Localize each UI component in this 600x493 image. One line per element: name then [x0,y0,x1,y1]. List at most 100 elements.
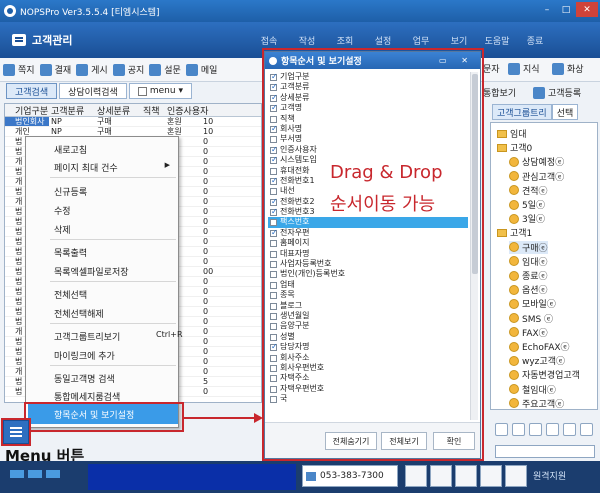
unified-view-button[interactable]: 통합보기 [483,86,516,99]
sms-button[interactable]: 문자 [483,62,500,75]
menu-item-help[interactable]: 도움말 [478,34,516,47]
tree-node[interactable]: EchoFAXⓔ [509,340,570,353]
menu-item-work[interactable]: 업무 [402,34,440,47]
col-header[interactable]: 인증사용자 [165,104,225,116]
tree-node[interactable]: 모바일ⓔ [509,297,556,310]
tree-node-label: 고객1 [510,229,533,240]
menu-item-display[interactable]: 보기 [440,34,478,47]
minimize-icon[interactable]: – [538,2,556,17]
tree-search-input[interactable] [495,445,595,458]
ctx-select-all[interactable]: 전체선택 [54,288,87,301]
taskbar-app-icon[interactable] [10,470,24,478]
remove-icon[interactable] [529,423,542,436]
tab-group-tree[interactable]: 고객그룹트리 [492,104,552,120]
tree-node[interactable]: 상담예정ⓔ [509,155,564,168]
table-cell: 개인 [15,127,30,136]
table-cell: 혼원 [167,127,182,136]
mail-button[interactable]: 메일 [185,63,217,76]
note-icon[interactable] [430,465,452,487]
screen-icon[interactable] [505,465,527,487]
ctx-refresh[interactable]: 새로고침 [54,143,87,156]
board-button[interactable]: 게시 [76,63,108,76]
taskbar-app-icon[interactable] [46,470,60,478]
menu-item-write[interactable]: 작성 [288,34,326,47]
calendar-icon[interactable] [455,465,477,487]
menu-item-settings[interactable]: 설정 [364,34,402,47]
close-icon[interactable]: ✕ [576,2,598,17]
col-header[interactable]: 고객분류 [49,104,95,116]
survey-button[interactable]: 설문 [149,63,181,76]
col-header[interactable]: 상세분류 [95,104,141,116]
tab-selection[interactable]: 선택 [551,104,579,120]
tree-node-label: 철임대ⓔ [522,385,556,396]
ctx-same-name-search[interactable]: 동일고객명 검색 [54,372,115,385]
table-row[interactable]: 법인회사 NP 구매 혼원 10 [5,117,261,127]
collapse-icon[interactable] [563,423,576,436]
video-button[interactable]: 화상 [552,62,584,75]
tab-consult-history[interactable]: 상담이력검색 [59,83,127,99]
tab-customer-search[interactable]: 고객검색 [6,83,58,99]
tree-node[interactable]: 구매ⓔ [509,240,548,254]
expand-icon[interactable] [546,423,559,436]
ctx-page-size[interactable]: 페이지 최대 건수 [54,161,118,174]
tree-node[interactable]: 옵션ⓔ [509,283,548,296]
tree-node[interactable]: 주요고객ⓔ [509,397,564,409]
ctx-add-mylink[interactable]: 마이링크에 추가 [54,349,115,362]
tree-node[interactable]: wyz고객ⓔ [509,354,565,367]
tree-node[interactable]: SMS ⓔ [509,312,553,325]
register-customer-button[interactable]: 고객등록 [533,86,581,99]
ctx-group-tree[interactable]: 고객그룹트리보기 Ctrl+R [54,330,183,343]
tree-node[interactable]: 임대ⓔ [509,255,548,268]
tree-node-label: 임대ⓔ [522,257,548,268]
ctx-deselect-all[interactable]: 전체선택해제 [54,307,104,320]
tree-node[interactable]: 5일ⓔ [509,198,545,211]
ctx-edit[interactable]: 수정 [54,204,71,217]
ctx-print[interactable]: 목록출력 [54,246,87,259]
memo-button[interactable]: 쪽지 [3,63,35,76]
menu-divider [50,177,176,178]
tree-node[interactable]: 철임대ⓔ [509,383,556,396]
table-cell: 법인회사 [5,117,49,126]
tree-node[interactable]: 3일ⓔ [509,212,545,225]
menu-item-view[interactable]: 조회 [326,34,364,47]
col-header[interactable]: 기업구분 [5,104,49,116]
group-icon [509,327,519,338]
tree-node[interactable]: 고객0 [497,141,532,154]
table-cell [141,117,165,126]
maximize-icon[interactable]: □ [557,2,575,17]
phone-icon[interactable] [405,465,427,487]
tree-node[interactable]: 관심고객ⓔ [509,170,564,183]
tree-node-label: SMS ⓔ [522,314,554,325]
tree-node[interactable]: 종료ⓔ [509,269,548,282]
menu-item-exit[interactable]: 종료 [516,34,554,47]
col-header[interactable]: 직책 [141,104,165,116]
sort-icon[interactable] [580,423,593,436]
tree-node[interactable]: FAXⓔ [509,326,548,339]
tree-node-label: EchoFAXⓔ [522,343,570,353]
left-tabs: 고객검색 상담이력검색 menu ▾ [6,83,193,99]
table-cell: 0 [203,227,209,236]
notice-button[interactable]: 공지 [112,63,144,76]
table-cell: 0 [203,347,209,356]
edit-icon[interactable] [495,423,508,436]
taskbar-app-icon[interactable] [28,470,42,478]
tree-node[interactable]: 자동변경업고객 [509,368,580,381]
phone-number-field[interactable]: 053-383-7300 [302,465,398,487]
ctx-export-excel[interactable]: 목록엑셀파일로저장 [54,265,129,278]
tree-node[interactable]: 고객1 [497,226,532,239]
approval-button[interactable]: 결재 [39,63,71,76]
menu-divider [50,281,176,282]
tab-menu-dropdown[interactable]: menu ▾ [128,83,193,99]
tree-node[interactable]: 임대 [497,127,527,140]
add-icon[interactable] [512,423,525,436]
tree-node[interactable]: 견적ⓔ [509,184,548,197]
folder-icon [497,143,507,152]
ctx-new[interactable]: 신규등록 [54,185,87,198]
ctx-delete[interactable]: 삭제 [54,223,71,236]
table-cell: 0 [203,207,209,216]
chevron-down-icon: ▾ [178,86,184,96]
window-icon[interactable] [480,465,502,487]
menu-item-connect[interactable]: 접속 [250,34,288,47]
knowledge-button[interactable]: 지식 [508,62,540,75]
remote-support-button[interactable]: 원격지원 [533,469,566,482]
